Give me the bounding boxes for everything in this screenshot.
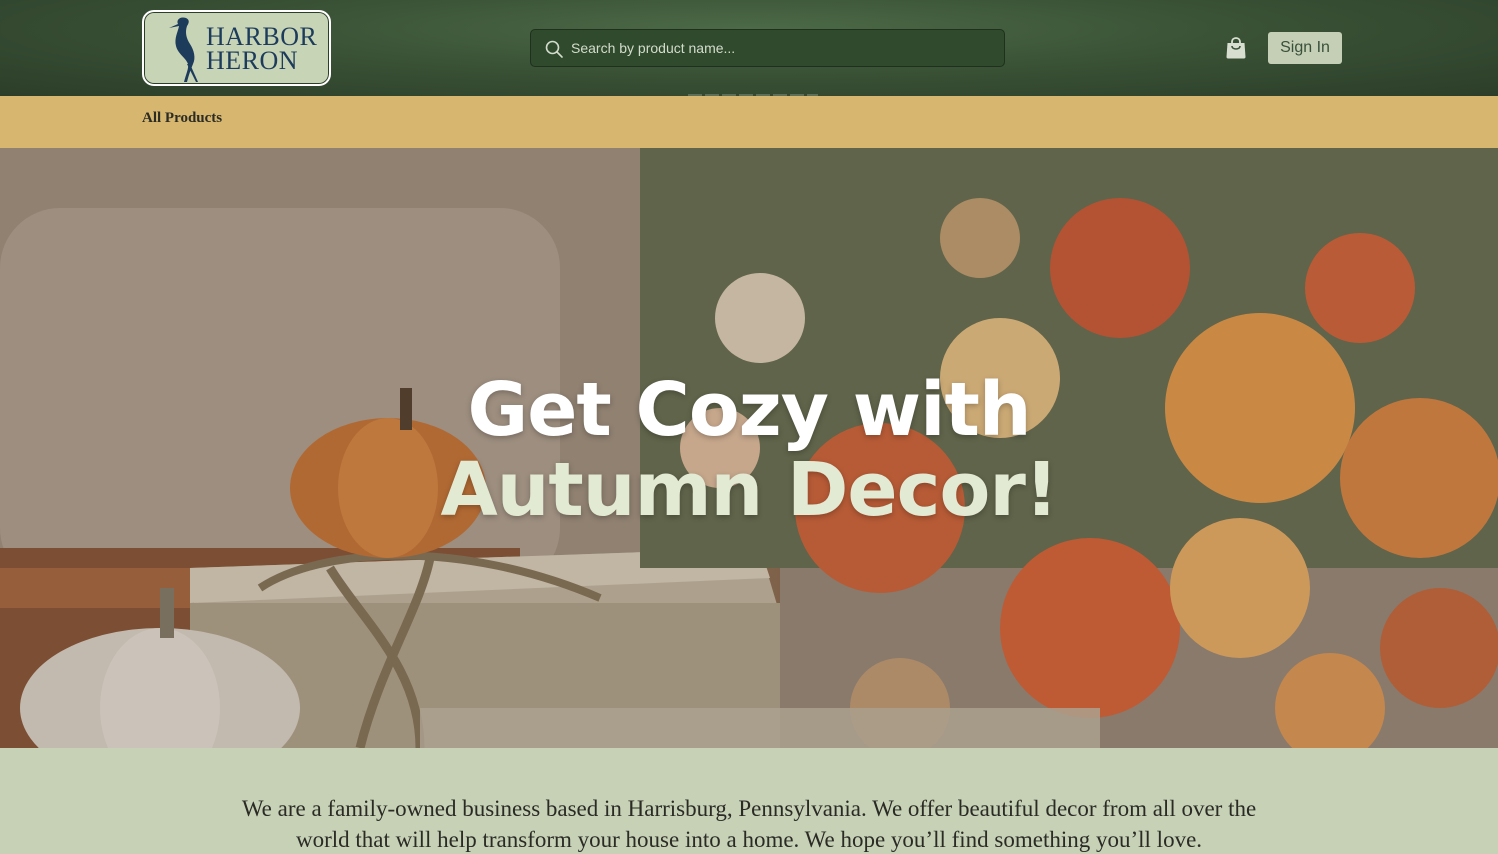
shopping-bag-icon[interactable] — [1225, 36, 1247, 60]
sign-in-button[interactable]: Sign In — [1268, 32, 1342, 64]
intro-section: We are a family-owned business based in … — [0, 748, 1498, 854]
hero-title-line1: Get Cozy with — [467, 367, 1031, 453]
hero-banner: Get Cozy with Autumn Decor! — [0, 148, 1498, 748]
brand-logo[interactable]: HARBOR HERON — [142, 10, 331, 86]
category-nav: All Products — [0, 96, 1498, 148]
brand-name: HARBOR HERON — [206, 24, 317, 75]
search-input[interactable] — [571, 30, 991, 66]
search-box[interactable] — [530, 29, 1005, 67]
hero-title-line2: Autumn Decor! — [440, 447, 1058, 533]
intro-text: We are a family-owned business based in … — [241, 796, 1257, 852]
heron-icon — [169, 17, 198, 83]
search-icon — [545, 40, 563, 58]
site-header: HARBOR HERON Sign In — [0, 0, 1498, 97]
hero-title: Get Cozy with Autumn Decor! — [0, 370, 1498, 530]
brand-name-line2: HERON — [206, 46, 299, 75]
nav-item-all-products[interactable]: All Products — [142, 110, 222, 127]
